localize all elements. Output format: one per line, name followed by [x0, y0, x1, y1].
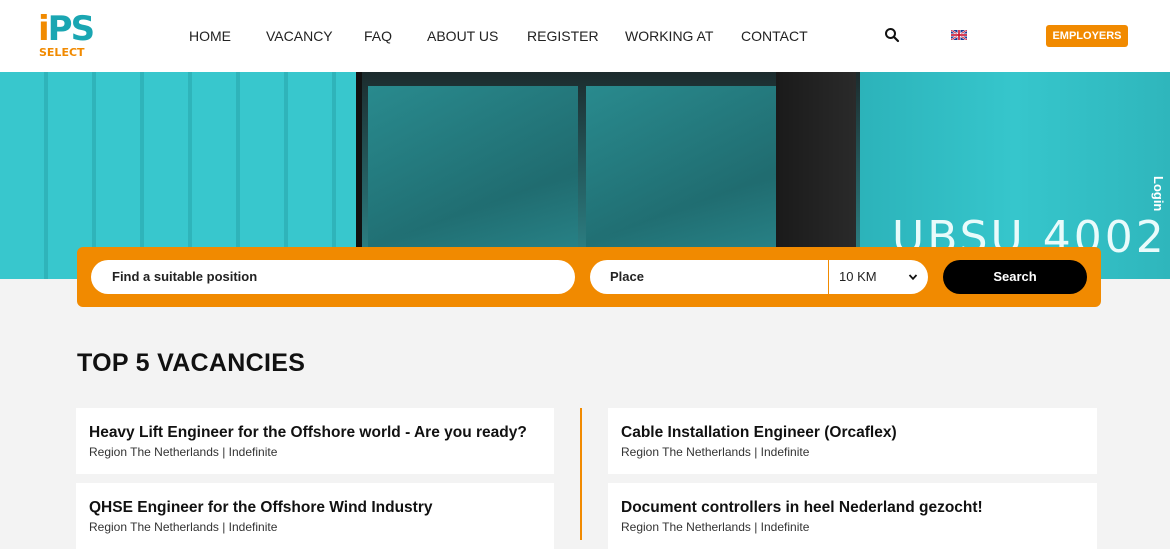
nav-vacancy[interactable]: VACANCY	[266, 28, 333, 44]
search-icon[interactable]	[884, 27, 900, 43]
vacancy-meta: Region The Netherlands | Indefinite	[89, 445, 278, 459]
vacancy-meta: Region The Netherlands | Indefinite	[89, 520, 278, 534]
vacancy-search-bar: Find a suitable position Place 10 KM Sea…	[77, 247, 1101, 307]
site-header: iPS SELECT HOME VACANCY FAQ ABOUT US REG…	[0, 0, 1170, 72]
vacancy-title[interactable]: Document controllers in heel Nederland g…	[621, 499, 983, 517]
login-label: Login	[1151, 176, 1166, 212]
top-vacancies-heading: TOP 5 VACANCIES	[77, 349, 306, 377]
nav-about-us[interactable]: ABOUT US	[427, 28, 498, 44]
login-tab[interactable]: Login	[1146, 172, 1170, 262]
vacancy-type: Indefinite	[228, 520, 278, 534]
nav-faq[interactable]: FAQ	[364, 28, 392, 44]
vacancy-title[interactable]: Cable Installation Engineer (Orcaflex)	[621, 424, 897, 442]
nav-home[interactable]: HOME	[189, 28, 231, 44]
vacancy-meta: Region The Netherlands | Indefinite	[621, 445, 810, 459]
radius-value: 10 KM	[839, 269, 877, 284]
logo-mark: iPS	[38, 9, 95, 49]
column-divider	[580, 408, 582, 540]
vacancy-type: Indefinite	[760, 520, 810, 534]
vacancy-type: Indefinite	[228, 445, 278, 459]
search-button[interactable]: Search	[943, 260, 1087, 294]
vacancy-region: Region The Netherlands	[621, 445, 751, 459]
uk-flag-icon[interactable]	[951, 30, 967, 40]
ips-select-logo[interactable]: iPS SELECT	[38, 12, 102, 60]
chevron-down-icon	[908, 274, 918, 281]
vacancy-region: Region The Netherlands	[89, 520, 219, 534]
place-input[interactable]: Place	[590, 260, 828, 294]
vacancy-region: Region The Netherlands	[89, 445, 219, 459]
vacancy-card[interactable]: Document controllers in heel Nederland g…	[608, 483, 1097, 549]
vacancy-type: Indefinite	[760, 445, 810, 459]
vacancy-meta: Region The Netherlands | Indefinite	[621, 520, 810, 534]
vacancy-title[interactable]: QHSE Engineer for the Offshore Wind Indu…	[89, 499, 432, 517]
vacancy-region: Region The Netherlands	[621, 520, 751, 534]
nav-register[interactable]: REGISTER	[527, 28, 599, 44]
employers-button[interactable]: EMPLOYERS	[1046, 25, 1128, 47]
logo-subtitle: SELECT	[39, 46, 85, 59]
vacancy-card[interactable]: QHSE Engineer for the Offshore Wind Indu…	[76, 483, 554, 549]
vacancy-card[interactable]: Cable Installation Engineer (Orcaflex) R…	[608, 408, 1097, 474]
radius-select[interactable]: 10 KM	[828, 260, 928, 294]
position-search-input[interactable]: Find a suitable position	[91, 260, 575, 294]
nav-contact[interactable]: CONTACT	[741, 28, 808, 44]
vacancy-title[interactable]: Heavy Lift Engineer for the Offshore wor…	[89, 424, 527, 442]
nav-working-at[interactable]: WORKING AT	[625, 28, 713, 44]
vacancy-card[interactable]: Heavy Lift Engineer for the Offshore wor…	[76, 408, 554, 474]
